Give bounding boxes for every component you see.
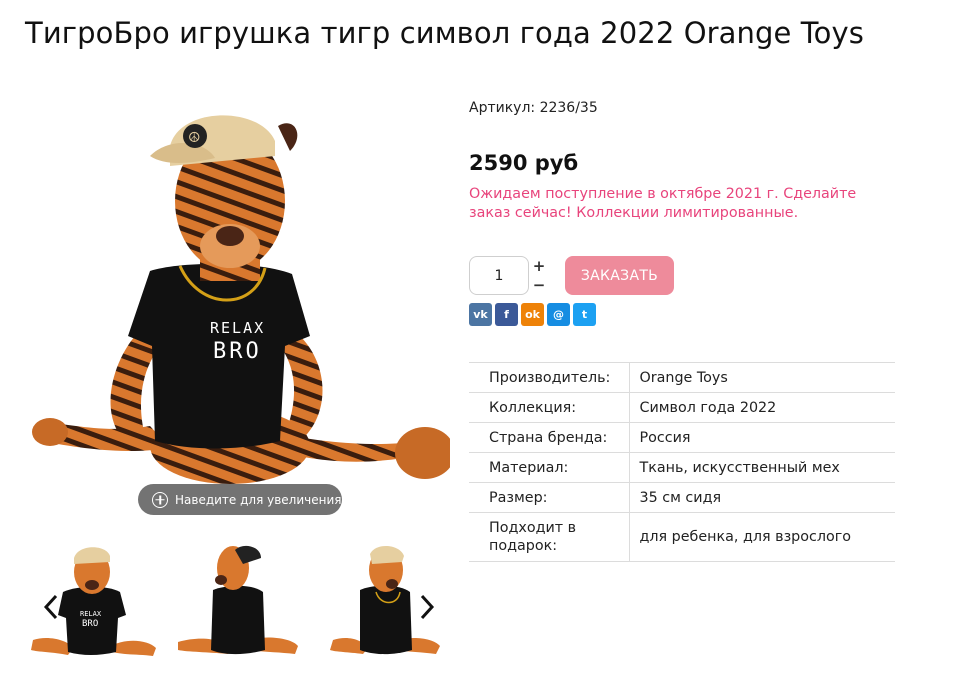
facebook-icon[interactable]: f [495,303,518,326]
table-row: Производитель: Orange Toys [469,362,895,393]
shirt-text-2: BRO [213,339,262,364]
svg-text:RELAX: RELAX [80,610,102,618]
odnoklassniki-icon[interactable]: ok [521,303,544,326]
svg-text:BRO: BRO [82,619,98,629]
tiger-side-thumb [178,545,298,655]
zoom-hint: Наведите для увеличения [138,484,342,515]
spec-key: Производитель: [469,362,630,393]
price: 2590 руб [469,151,579,175]
order-button[interactable]: ЗАКАЗАТЬ [565,256,674,295]
svg-text:☮: ☮ [188,130,201,146]
quantity-input[interactable] [469,256,529,295]
zoom-plus-icon [152,491,168,508]
shirt-text-1: RELAX [210,319,265,337]
availability-notice: Ожидаем поступление в октябре 2021 г. Сд… [469,186,857,221]
spec-value: Ткань, искусственный мех [629,452,895,483]
quantity-increase-button[interactable]: + [532,259,546,274]
spec-value: 35 см сидя [629,482,895,513]
spec-key: Размер: [469,482,630,513]
table-row: Материал: Ткань, искусственный мех [469,452,895,483]
twitter-icon[interactable]: t [573,303,596,326]
table-row: Коллекция: Символ года 2022 [469,392,895,423]
vk-icon[interactable]: vk [469,303,492,326]
table-row: Подходит в подарок: для ребенка, для взр… [469,512,895,562]
carousel-next-button[interactable] [416,592,438,622]
spec-key: Материал: [469,452,630,483]
carousel-prev-button[interactable] [40,592,62,622]
chevron-left-icon [43,594,58,620]
spec-value: Символ года 2022 [629,392,895,423]
sku-label: Артикул: 2236/35 [469,100,598,116]
spec-key: Подходит в подарок: [469,512,630,562]
spec-key: Коллекция: [469,392,630,423]
table-row: Страна бренда: Россия [469,422,895,453]
spec-value: для ребенка, для взрослого [629,512,895,562]
spec-value: Россия [629,422,895,453]
table-row: Размер: 35 см сидя [469,482,895,513]
thumbnail-2[interactable] [173,540,303,670]
zoom-hint-text: Наведите для увеличения [175,492,342,507]
page-title: ТигроБро игрушка тигр символ года 2022 O… [25,16,864,50]
thumbnail-carousel: RELAX BRO [28,540,448,670]
quantity-decrease-button[interactable]: − [532,278,546,293]
share-buttons: vk f ok @ t [469,303,596,326]
chevron-right-icon [420,594,435,620]
tiger-toy-illustration: RELAX BRO ☮ [32,115,455,484]
specs-table: Производитель: Orange Toys Коллекция: Си… [469,362,895,562]
spec-value: Orange Toys [629,362,895,393]
main-product-image[interactable]: RELAX BRO ☮ [30,96,455,526]
spec-key: Страна бренда: [469,422,630,453]
moimir-icon[interactable]: @ [547,303,570,326]
